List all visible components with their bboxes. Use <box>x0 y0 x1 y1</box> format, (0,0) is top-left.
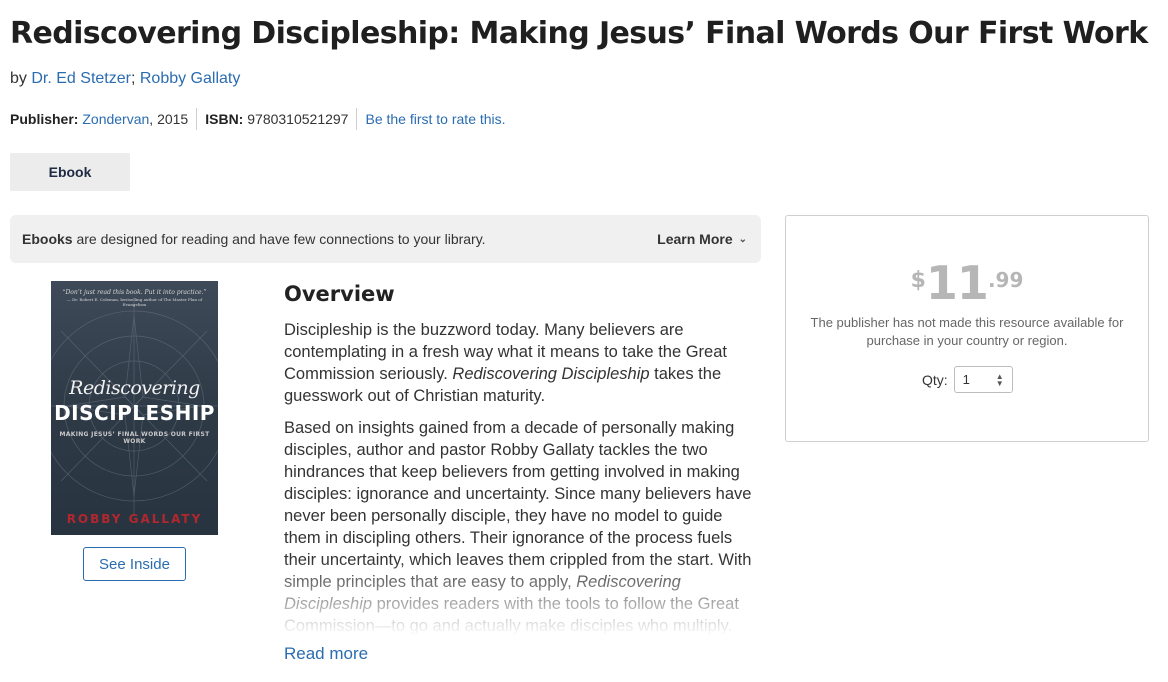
purchase-card: $11.99 The publisher has not made this r… <box>785 215 1149 442</box>
learn-more-label: Learn More <box>657 231 733 247</box>
ebook-info-bar: Ebooks are designed for reading and have… <box>10 215 761 263</box>
publish-year: , 2015 <box>149 111 189 127</box>
cover-title-script: Rediscovering <box>69 377 200 399</box>
overview-text: Based on insights gained from a decade o… <box>284 419 752 591</box>
overview-paragraph: Discipleship is the buzzword today. Many… <box>284 319 762 407</box>
spinner-arrows-icon[interactable]: ▲ ▼ <box>996 372 1004 387</box>
see-inside-button[interactable]: See Inside <box>83 547 186 581</box>
cover-quote-attrib: — Dr. Robert E. Coleman, bestselling aut… <box>66 296 203 307</box>
price-currency: $ <box>910 268 926 293</box>
chevron-down-icon: ⌄ <box>738 233 747 245</box>
qty-label: Qty: <box>922 371 948 388</box>
author-separator: ; <box>130 70 136 87</box>
learn-more-button[interactable]: Learn More ⌄ <box>657 231 747 247</box>
price-cents: .99 <box>987 268 1024 292</box>
byline-prefix: by <box>10 70 27 87</box>
cover-quote: “Don’t just read this book. Put it into … <box>57 289 212 307</box>
format-ebook-button[interactable]: Ebook <box>10 153 130 191</box>
rate-link[interactable]: Be the first to rate this. <box>365 111 505 127</box>
publisher-link[interactable]: Zondervan <box>82 111 149 127</box>
cover-quote-text: “Don’t just read this book. Put it into … <box>62 289 207 296</box>
price-whole: 11 <box>925 256 989 310</box>
cover-title-main: DISCIPLESHIP <box>54 401 215 425</box>
overview-paragraph: Based on insights gained from a decade o… <box>284 417 762 635</box>
quantity-control: Qty: 1 ▲ ▼ <box>922 366 1013 393</box>
product-meta: Publisher: Zondervan, 2015 ISBN: 9780310… <box>10 108 506 130</box>
meta-divider <box>196 108 198 130</box>
quantity-stepper[interactable]: 1 ▲ ▼ <box>953 366 1013 393</box>
overview-heading: Overview <box>284 282 395 306</box>
cover-author: ROBBY GALLATY <box>66 512 203 526</box>
author-link-stetzer[interactable]: Dr. Ed Stetzer <box>31 70 131 87</box>
byline: by Dr. Ed Stetzer; Robby Gallaty <box>10 70 240 88</box>
overview-description: Discipleship is the buzzword today. Many… <box>284 319 762 635</box>
info-bar-text: Ebooks are designed for reading and have… <box>22 231 486 247</box>
publisher-label: Publisher: <box>10 111 79 127</box>
info-bar-desc: are designed for reading and have few co… <box>72 231 486 247</box>
read-more-link[interactable]: Read more <box>284 644 368 664</box>
qty-value: 1 <box>962 372 970 387</box>
author-link-gallaty[interactable]: Robby Gallaty <box>140 70 241 87</box>
meta-divider <box>356 108 358 130</box>
isbn-value: 9780310521297 <box>247 111 349 127</box>
cover-tagline: MAKING JESUS’ FINAL WORDS OUR FIRST WORK <box>59 431 210 445</box>
price: $11.99 <box>786 256 1148 310</box>
isbn-label: ISBN: <box>205 111 244 127</box>
book-cover[interactable]: “Don’t just read this book. Put it into … <box>51 281 218 535</box>
page-title: Rediscovering Discipleship: Making Jesus… <box>10 16 1148 51</box>
overview-book-title: Rediscovering Discipleship <box>452 365 650 383</box>
info-bar-bold: Ebooks <box>22 231 73 247</box>
availability-note: The publisher has not made this resource… <box>810 315 1124 348</box>
